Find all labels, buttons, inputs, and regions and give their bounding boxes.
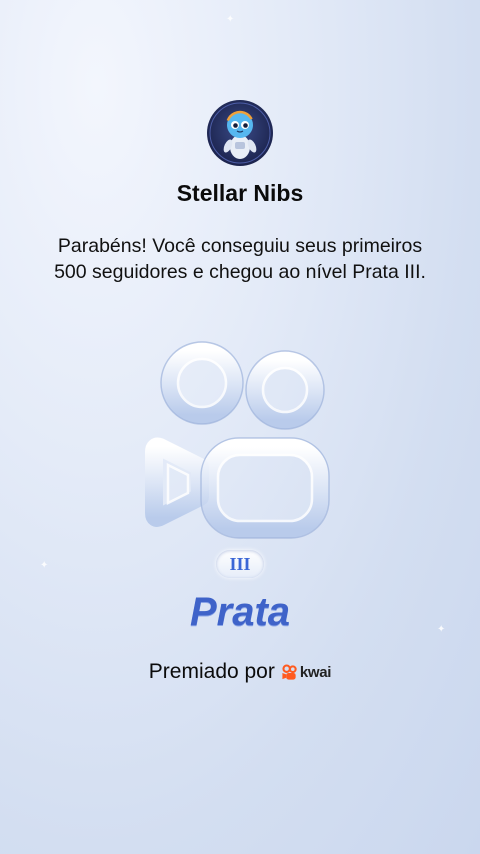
level-name: Prata xyxy=(189,590,291,634)
awarded-by-label: Premiado por xyxy=(148,660,275,683)
awarded-by-row: Premiado por kwai xyxy=(0,660,480,684)
kwai-logo: kwai xyxy=(281,664,331,681)
sparkle-icon: ✦ xyxy=(226,14,235,25)
sparkle-icon: ✦ xyxy=(40,560,49,571)
congratulations-message: Parabéns! Você conseguiu seus primeiros … xyxy=(54,235,426,283)
kwai-camera-badge-icon xyxy=(140,325,340,555)
tier-badge: III xyxy=(216,550,264,578)
kwai-wordmark: kwai xyxy=(299,663,332,681)
astronaut-avatar-icon xyxy=(209,102,271,164)
avatar[interactable] xyxy=(207,100,273,166)
username: Stellar Nibs xyxy=(176,180,304,206)
kwai-logo-icon xyxy=(282,663,297,680)
